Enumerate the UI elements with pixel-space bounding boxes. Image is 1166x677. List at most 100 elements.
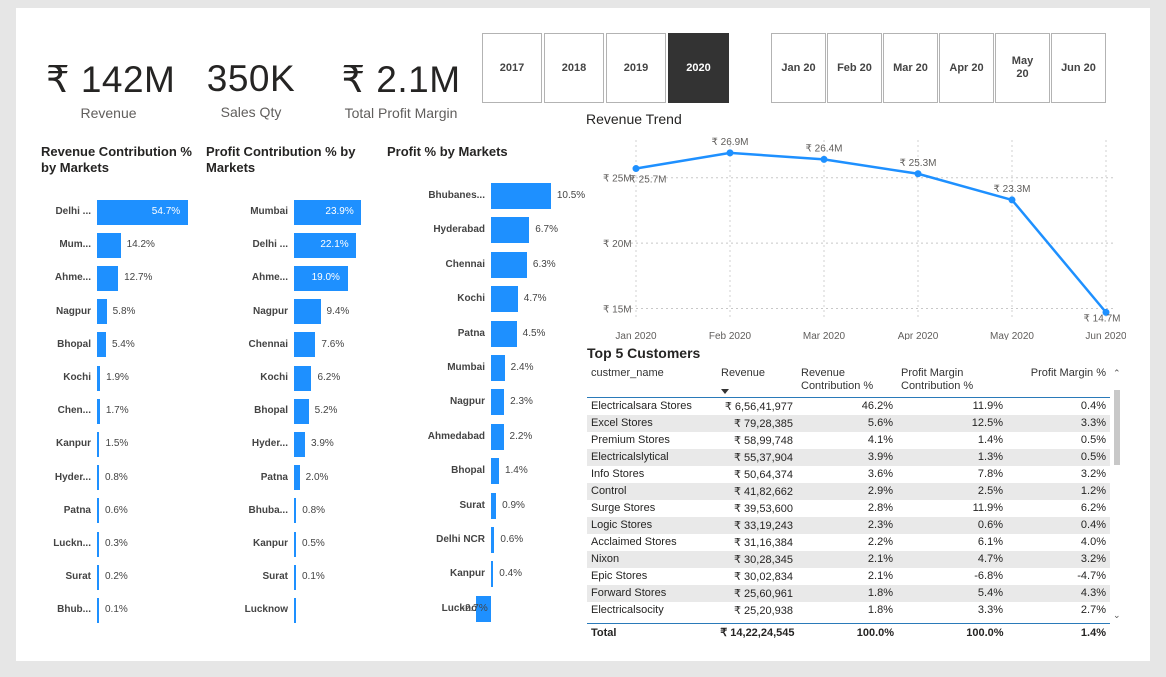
revenue_contribution-bar-12[interactable]	[97, 597, 99, 623]
table-row[interactable]: Electricalslytical ₹ 55,37,904 3.9% 1.3% 0.5…	[587, 448, 1110, 466]
table-cell: ₹ 30,28,345	[717, 550, 797, 568]
year-2019-button[interactable]: 2019	[606, 33, 666, 103]
profit_contribution-bar-11[interactable]	[294, 564, 296, 590]
scroll-up-icon[interactable]: ⌃	[1113, 368, 1121, 379]
profit_pct-bar-6[interactable]	[491, 389, 505, 416]
revenue_contribution-value-6: 1.7%	[105, 405, 129, 417]
table-row[interactable]: Electricalsara Stores ₹ 6,56,41,977 46.2% 1…	[587, 398, 1110, 415]
profit_pct-bar-2[interactable]	[491, 251, 527, 278]
revenue_contribution-bar-1[interactable]	[97, 232, 121, 258]
year-2017-button[interactable]: 2017	[482, 33, 542, 103]
data-point	[632, 165, 640, 173]
revenue_contribution-bar-3[interactable]	[97, 299, 107, 325]
profit_pct-bar-7[interactable]	[491, 423, 504, 450]
month-feb-button[interactable]: Feb 20	[827, 33, 882, 103]
table-row[interactable]: Electricalsocity ₹ 25,20,938 1.8% 3.3% 2.7%	[587, 602, 1110, 619]
revenue_contribution-bar-10[interactable]	[97, 531, 99, 557]
profit_contribution-bar-3[interactable]	[294, 299, 321, 325]
month-jun-button[interactable]: Jun 20	[1051, 33, 1106, 103]
profit_contribution-bar-6[interactable]	[294, 398, 309, 424]
data-label: ₹ 23.3M	[994, 184, 1031, 195]
table-scrollbar[interactable]: ⌃ ⌄	[1112, 368, 1122, 623]
year-2018-button[interactable]: 2018	[544, 33, 604, 103]
profit_pct-bar-1[interactable]	[491, 217, 530, 244]
profit-contribution-title: Profit Contribution % by Markets	[206, 144, 356, 175]
table-row[interactable]: Acclaimed Stores ₹ 31,16,384 2.2% 6.1% 4.0%	[587, 534, 1110, 551]
profit_contribution-value-4: 7.6%	[321, 338, 345, 350]
profit_pct-bar-11[interactable]	[491, 561, 494, 588]
profit_pct-bar-5[interactable]	[491, 355, 505, 381]
profit_contribution-label-9: Bhuba...	[248, 504, 288, 516]
scroll-down-icon[interactable]: ⌄	[1113, 610, 1121, 621]
profit_pct-label-6: Nagpur	[450, 396, 485, 408]
table-cell: 0.5%	[1080, 434, 1106, 446]
table-row[interactable]: Excel Stores ₹ 79,28,385 5.6% 12.5% 3.3%	[587, 414, 1110, 432]
profit_pct-bar-3[interactable]	[491, 286, 518, 313]
profit_pct-label-8: Bhopal	[451, 465, 485, 477]
profit_contribution-bar-4[interactable]	[294, 332, 316, 358]
month-may-button[interactable]: May 20	[995, 33, 1050, 103]
profit_contribution-value-1: 22.1%	[320, 239, 349, 251]
table-row[interactable]: Logic Stores ₹ 33,19,243 2.3% 0.6% 0.4%	[587, 516, 1110, 534]
col-revenue[interactable]: Revenue	[717, 363, 797, 398]
profit_contribution-bar-9[interactable]	[294, 498, 297, 524]
profit_pct-label-3: Kochi	[457, 293, 485, 305]
table-row[interactable]: Epic Stores ₹ 30,02,834 2.1% -6.8% -4.7%	[587, 568, 1110, 585]
sort-desc-icon	[721, 389, 729, 394]
table-row[interactable]: Forward Stores ₹ 25,60,961 1.8% 5.4% 4.3%	[587, 584, 1110, 602]
col-profit-margin-contribution[interactable]: Profit Margin Contribution %	[897, 363, 1007, 398]
profit_contribution-bar-8[interactable]	[294, 465, 300, 491]
y-tick-label: ₹ 25M	[603, 174, 632, 185]
table-row[interactable]: Control ₹ 41,82,662 2.9% 2.5% 1.2%	[587, 482, 1110, 500]
col-customer-name[interactable]: custmer_name	[587, 363, 717, 398]
table-cell: Nixon	[587, 550, 717, 568]
profit_contribution-bar-5[interactable]	[294, 365, 312, 391]
revenue_contribution-value-4: 5.4%	[111, 338, 135, 350]
month-apr-button[interactable]: Apr 20	[939, 33, 994, 103]
revenue_contribution-bar-11[interactable]	[97, 564, 99, 590]
table-row[interactable]: Nixon ₹ 30,28,345 2.1% 4.7% 3.2%	[587, 550, 1110, 568]
profit_contribution-bar-7[interactable]	[294, 431, 305, 457]
revenue_contribution-bar-2[interactable]	[97, 265, 119, 291]
revenue-trend-line	[635, 151, 1107, 314]
profit_pct-bar-8[interactable]	[491, 458, 499, 485]
revenue_contribution-bar-4[interactable]	[97, 332, 106, 358]
table-cell: 0.6%	[897, 516, 1007, 534]
table-row[interactable]: Surge Stores ₹ 39,53,600 2.8% 11.9% 6.2%	[587, 500, 1110, 517]
table-row[interactable]: Premium Stores ₹ 58,99,748 4.1% 1.4% 0.5%	[587, 432, 1110, 449]
profit_pct-value-6: 2.3%	[510, 396, 533, 408]
revenue_contribution-bar-7[interactable]	[97, 431, 100, 457]
col-revenue-contribution[interactable]: Revenue Contribution %	[797, 363, 897, 398]
profit_contribution-bar-12[interactable]	[294, 597, 296, 623]
table-cell: Forward Stores	[587, 584, 717, 602]
profit_pct-bar-4[interactable]	[491, 320, 517, 347]
profit_pct-bar-10[interactable]	[491, 527, 495, 553]
month-jan-button[interactable]: Jan 20	[771, 33, 826, 103]
table-cell: -6.8%	[974, 570, 1003, 582]
table-row[interactable]: Info Stores ₹ 50,64,374 3.6% 7.8% 3.2%	[587, 466, 1110, 483]
col-profit-margin[interactable]: Profit Margin %	[1007, 363, 1110, 398]
profit_pct-bar-9[interactable]	[491, 492, 497, 519]
year-2020-button[interactable]: 2020	[668, 33, 729, 103]
month-mar-button[interactable]: Mar 20	[883, 33, 938, 103]
table-cell: 11.9%	[972, 502, 1003, 514]
profit_pct-bar-0[interactable]	[491, 183, 551, 209]
profit_contribution-bar-10[interactable]	[294, 531, 296, 557]
table-cell: 4.1%	[867, 434, 893, 446]
table-cell: 3.2%	[1007, 550, 1110, 568]
revenue_contribution-bar-5[interactable]	[97, 365, 101, 391]
y-tick-label: ₹ 15M	[603, 304, 632, 315]
revenue_contribution-bar-8[interactable]	[97, 465, 99, 491]
table-cell: Logic Stores	[587, 516, 717, 534]
table-cell: ₹ 55,37,904	[717, 448, 797, 466]
data-point	[1008, 196, 1016, 204]
revenue_contribution-bar-9[interactable]	[97, 498, 99, 524]
revenue_contribution-bar-6[interactable]	[97, 398, 100, 424]
data-label: ₹ 26.9M	[712, 137, 749, 148]
profit_pct-label-9: Surat	[459, 499, 485, 511]
table-cell: 2.3%	[797, 516, 897, 534]
revenue_contribution-label-12: Bhub...	[57, 604, 91, 616]
table-cell: Electricalslytical	[587, 448, 717, 466]
scroll-thumb[interactable]	[1114, 390, 1120, 465]
x-tick-label: Jun 2020	[1085, 331, 1126, 340]
